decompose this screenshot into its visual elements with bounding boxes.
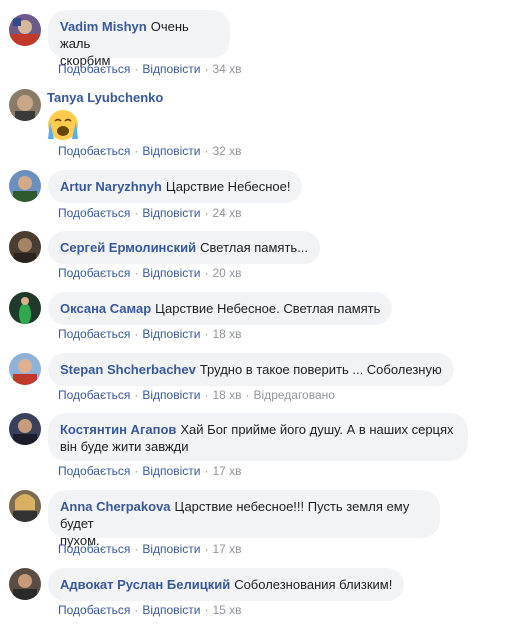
edited-label[interactable]: Відредаговано	[254, 388, 335, 402]
avatar[interactable]	[9, 413, 41, 445]
like-link[interactable]: Подобається	[58, 144, 130, 158]
comment-author[interactable]: Оксана Самар	[60, 301, 151, 316]
avatar[interactable]	[9, 568, 41, 600]
comment-bubble: Vadim Mishyn Очень жаль скорбим	[48, 10, 230, 68]
comment-time[interactable]: 17 хв	[212, 464, 241, 478]
comment-time[interactable]: 32 хв	[212, 144, 241, 158]
comment-bubble: Костянтин Агапов Хай Бог прийме його душу…	[48, 413, 468, 461]
avatar[interactable]	[9, 170, 41, 202]
comment-time[interactable]: 20 хв	[212, 266, 241, 280]
comment-bubble: Оксана Самар Царствие Небесное. Светлая п…	[48, 292, 393, 325]
like-link[interactable]: Подобається	[58, 266, 130, 280]
comment-time[interactable]: 34 хв	[212, 62, 241, 76]
like-link[interactable]: Подобається	[58, 62, 130, 76]
reply-link[interactable]: Відповісти	[142, 388, 200, 402]
comment-time[interactable]: 15 хв	[212, 603, 241, 617]
comment-author[interactable]: Костянтин Агапов	[60, 422, 176, 437]
avatar[interactable]	[9, 89, 41, 121]
comment-author[interactable]: Artur Naryzhnyh	[60, 179, 162, 194]
comment-author[interactable]: Адвокат Руслан Белицкий	[60, 577, 230, 592]
reply-link[interactable]: Відповісти	[142, 144, 200, 158]
avatar[interactable]	[9, 292, 41, 324]
comment-author[interactable]: Tanya Lyubchenko	[47, 89, 163, 106]
comment-time[interactable]: 17 хв	[212, 542, 241, 556]
reply-link[interactable]: Відповісти	[142, 62, 200, 76]
comment-actions: Подобається · Відповісти · 18 хв	[58, 327, 242, 341]
comment-author[interactable]: Сергей Ермолинский	[60, 240, 196, 255]
reply-link[interactable]: Відповісти	[142, 266, 200, 280]
comment-text: Соболезнования близким!	[234, 577, 393, 592]
comment-actions: Подобається · Відповісти · 15 хв	[58, 603, 242, 617]
avatar[interactable]	[9, 353, 41, 385]
comment-bubble: Адвокат Руслан Белицкий Соболезнования бл…	[48, 568, 405, 601]
comment-text: Светлая память...	[200, 240, 309, 255]
comment-actions: Подобається · Відповісти · 17 хв	[58, 464, 242, 478]
comment-bubble: Anna Cherpakova Царствие небесное!!! Пуст…	[48, 490, 440, 548]
avatar[interactable]	[9, 14, 41, 46]
comment-time[interactable]: 24 хв	[212, 206, 241, 220]
reply-link[interactable]: Відповісти	[142, 464, 200, 478]
comment-actions: Подобається · Відповісти · 32 хв	[58, 144, 242, 158]
comment-author[interactable]: Stepan Shcherbachev	[60, 362, 196, 377]
like-link[interactable]: Подобається	[58, 206, 130, 220]
comment-time[interactable]: 18 хв	[212, 327, 241, 341]
comment-list: Vadim Mishyn Очень жаль скорбим Подобаєть…	[0, 0, 508, 627]
reply-link[interactable]: Відповісти	[142, 206, 200, 220]
crying-face-icon	[46, 109, 80, 146]
comment-time[interactable]: 18 хв	[212, 388, 241, 402]
comment-actions: Подобається · Відповісти · 17 хв	[58, 542, 242, 556]
comment-text-line2: він буде жити завжди	[60, 439, 189, 454]
reply-link[interactable]: Відповісти	[142, 603, 200, 617]
comment-text: Царствие Небесное!	[165, 179, 291, 194]
reply-link[interactable]: Відповісти	[142, 542, 200, 556]
comment-actions: Подобається · Відповісти · 34 хв	[58, 62, 242, 76]
like-link[interactable]: Подобається	[58, 388, 130, 402]
comment-actions: Подобається · Відповісти · 20 хв	[58, 266, 242, 280]
comment-bubble: Stepan Shcherbachev Трудно в такое повери…	[48, 353, 454, 386]
comment-author[interactable]: Anna Cherpakova	[60, 499, 171, 514]
comment-actions: Подобається · Відповісти · 24 хв	[58, 206, 242, 220]
comment-text: Царствие Небесное. Светлая память	[155, 301, 381, 316]
comment-bubble: Сергей Ермолинский Светлая память...	[48, 231, 321, 264]
like-link[interactable]: Подобається	[58, 542, 130, 556]
like-link[interactable]: Подобається	[58, 603, 130, 617]
avatar[interactable]	[9, 231, 41, 263]
comment-author[interactable]: Vadim Mishyn	[60, 19, 147, 34]
comment-actions: Подобається · Відповісти · 18 хв · Відредагова…	[58, 388, 335, 402]
reply-link[interactable]: Відповісти	[142, 327, 200, 341]
avatar[interactable]	[9, 490, 41, 522]
like-link[interactable]: Подобається	[58, 327, 130, 341]
comment-text: Трудно в такое поверить ... Соболезную	[199, 362, 442, 377]
comment-bubble: Artur Naryzhnyh Царствие Небесное!	[48, 170, 303, 203]
comment-text: Хай Бог прийме його душу. А в наших серц…	[180, 422, 454, 437]
like-link[interactable]: Подобається	[58, 464, 130, 478]
